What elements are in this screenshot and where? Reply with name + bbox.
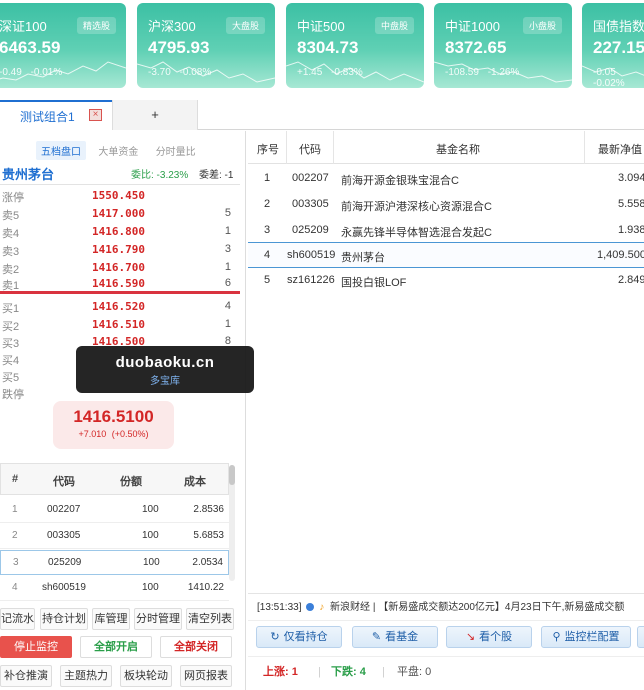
sell-4-row[interactable]: 卖4 1416.800 1 (0, 223, 240, 241)
stock-name: 贵州茅台 (2, 167, 55, 182)
news-source: 新浪财经 (330, 602, 371, 613)
subtab-volume-ratio[interactable]: 分时量比 (151, 141, 201, 160)
position-plan-button[interactable]: 持仓计划 (40, 608, 88, 630)
buy-1-row[interactable]: 买1 1416.520 4 (0, 298, 240, 316)
close-all-button[interactable]: 全部关闭 (160, 636, 232, 658)
stop-monitor-button[interactable]: 停止监控 (0, 636, 72, 658)
view-funds-button[interactable]: ✎ 看基金 (352, 626, 438, 648)
holdings-only-button[interactable]: ↻ 仅看持仓 (256, 626, 342, 648)
index-name: 国债指数 (593, 19, 644, 34)
watermark-domain: duobaoku.cn (115, 354, 215, 371)
clear-list-button[interactable]: 清空列表 (186, 608, 234, 630)
index-name: 沪深300 (148, 19, 196, 34)
index-cards: 深证100 精选股 6463.59 -0.49 -0.01% 沪深300 大盘股… (0, 0, 644, 96)
more-button[interactable] (637, 626, 644, 648)
bid-ask-divider (0, 291, 240, 294)
theme-heat-button[interactable]: 主题热力 (60, 665, 112, 687)
holdings-scrollbar[interactable] (229, 465, 235, 581)
holdings-header: # 代码 份额 成本 (0, 463, 229, 495)
add-position-sim-button[interactable]: 补仓推演 (0, 665, 52, 687)
fund-table: 序号 代码 基金名称 最新净值 1 002207 前海开源金银珠宝混合C 3.0… (248, 131, 644, 593)
order-ratio: 委比: -3.23% (131, 170, 189, 181)
trend-icon: ↘ (465, 631, 476, 643)
view-stocks-button[interactable]: ↘ 看个股 (446, 626, 532, 648)
tool-buttons-row2: 停止监控 全部开启 全部关闭 (0, 636, 236, 658)
news-ticker[interactable]: [13:51:33] ♪ 新浪财经 | 【新易盛成交额达200亿元】4月23日下… (248, 593, 644, 621)
library-button[interactable]: 库管理 (92, 608, 130, 630)
index-tag: 小盘股 (522, 17, 562, 34)
table-row[interactable]: 3 025209 永赢先锋半导体智选混合发起C 1.938 (248, 218, 644, 244)
sparkline-icon (582, 65, 644, 77)
table-row[interactable]: 1 002207 前海开源金银珠宝混合C 3.094 (248, 166, 644, 192)
watermark-name: 多宝库 (150, 376, 180, 387)
table-row[interactable]: 1 002207 100 2.8536 (0, 498, 229, 523)
index-card-hushen300[interactable]: 沪深300 大盘股 4795.93 -3.70 -0.08% (137, 3, 275, 88)
last-change: +7.010 (+0.50%) (78, 429, 149, 439)
index-name: 中证1000 (445, 19, 500, 34)
close-icon[interactable]: × (89, 109, 102, 121)
sparkline-icon (0, 61, 126, 81)
index-tag: 中盘股 (374, 17, 414, 34)
view-action-bar: ↻ 仅看持仓 ✎ 看基金 ↘ 看个股 ⚲ 监控栏配置 (248, 623, 644, 653)
intraday-manage-button[interactable]: 分时管理 (134, 608, 182, 630)
sell-3-row[interactable]: 卖3 1416.790 3 (0, 241, 240, 259)
subtab-big-orders[interactable]: 大单资金 (93, 141, 143, 160)
index-card-zhongzheng1000[interactable]: 中证1000 小盘股 8372.65 -108.59 -1.26% (434, 3, 572, 88)
subtab-order-book[interactable]: 五档盘口 (36, 141, 86, 160)
order-diff: 委差: -1 (199, 170, 234, 181)
index-name: 中证500 (297, 19, 345, 34)
table-row[interactable]: 2 003305 前海开源沪港深核心资源混合C 5.558 (248, 192, 644, 218)
bell-icon: ♪ (319, 602, 325, 613)
watermark: duobaoku.cn 多宝库 (76, 346, 254, 393)
search-icon: ⚲ (552, 631, 561, 643)
journal-button[interactable]: 记流水 (0, 608, 35, 630)
index-card-zhongzheng500[interactable]: 中证500 中盘股 8304.73 +1.45 -0.83% (286, 3, 424, 88)
table-row[interactable]: 5 sz161226 国投白银LOF 2.849 (248, 268, 644, 294)
news-time: [13:51:33] (257, 602, 302, 613)
sparkline-icon (286, 61, 424, 83)
last-price-box: 1416.5100 +7.010 (+0.50%) (53, 401, 174, 449)
index-tag: 大盘股 (225, 17, 265, 34)
last-price: 1416.5100 (73, 407, 154, 426)
tool-buttons-row3: 补仓推演 主题热力 板块轮动 网页报表 (0, 665, 236, 687)
divider (0, 184, 240, 185)
info-icon (306, 603, 315, 611)
add-tab-button[interactable]: + (112, 100, 198, 130)
refresh-icon: ↻ (270, 631, 280, 643)
market-stats: 上涨: 1 | 下跌: 4 | 平盘: 0 (248, 656, 644, 686)
table-row[interactable]: 3 025209 100 2.0534 (0, 550, 229, 575)
table-row[interactable]: 4 sh600519 100 1410.22 (0, 576, 229, 601)
index-tag: 精选股 (76, 17, 116, 34)
news-text: 【新易盛成交额达200亿元】4月23日下午,新易盛成交额 (378, 602, 625, 613)
up-count: 上涨: 1 (263, 666, 298, 678)
table-row[interactable]: 2 003305 100 5.6853 (0, 524, 229, 549)
portfolio-tabs: 测试组合1 × + (0, 100, 644, 130)
table-row[interactable]: 4 sh600519 贵州茅台 1,409.500 (248, 242, 644, 268)
flat-count: 平盘: 0 (397, 666, 432, 678)
monitor-config-button[interactable]: ⚲ 监控栏配置 (541, 626, 631, 648)
quote-panel: 五档盘口 大单资金 分时量比 贵州茅台 委比: -3.23% 委差: -1 涨停… (0, 131, 246, 690)
index-card-guozhai[interactable]: 国债指数 227.15 -0.05 -0.02% (582, 3, 644, 88)
index-name: 深证100 (0, 19, 47, 34)
limit-up-row: 涨停 1550.450 (2, 189, 145, 204)
tab-label: 测试组合1 (20, 110, 75, 124)
down-count: 下跌: 4 (331, 666, 366, 678)
sector-rotation-button[interactable]: 板块轮动 (120, 665, 172, 687)
sparkline-icon (434, 61, 572, 83)
fund-table-header: 序号 代码 基金名称 最新净值 (248, 131, 644, 164)
tool-buttons-row1: 记流水 持仓计划 库管理 分时管理 清空列表 (0, 608, 236, 630)
sparkline-icon (137, 61, 275, 83)
quote-subtabs: 五档盘口 大单资金 分时量比 (36, 141, 205, 160)
web-report-button[interactable]: 网页报表 (180, 665, 232, 687)
buy-2-row[interactable]: 买2 1416.510 1 (0, 316, 240, 334)
sell-5-row[interactable]: 卖5 1417.000 5 (0, 205, 240, 223)
tab-portfolio-1[interactable]: 测试组合1 × (0, 100, 112, 130)
edit-icon: ✎ (371, 631, 382, 643)
index-card-shenzheng100[interactable]: 深证100 精选股 6463.59 -0.49 -0.01% (0, 3, 126, 88)
open-all-button[interactable]: 全部开启 (80, 636, 152, 658)
